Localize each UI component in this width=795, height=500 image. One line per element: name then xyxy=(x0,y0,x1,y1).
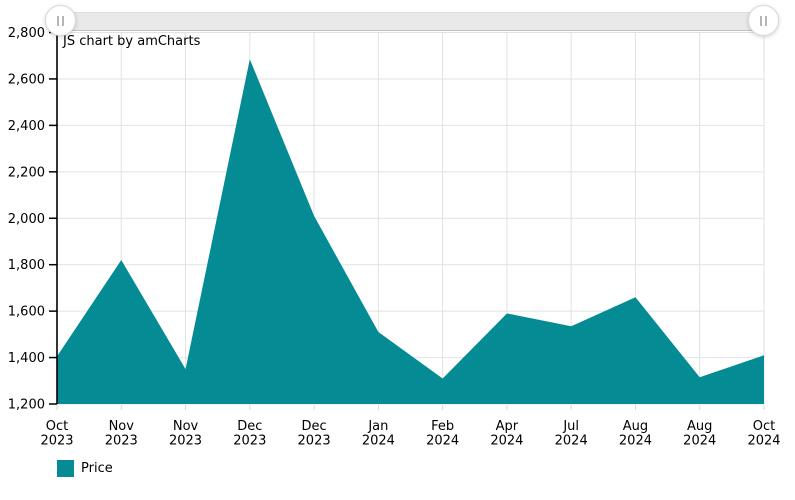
y-axis-label: 2,000 xyxy=(8,212,45,227)
scrollbar-x[interactable] xyxy=(57,12,765,31)
x-axis-label: Aug 2024 xyxy=(683,419,716,449)
y-axis-label: 2,800 xyxy=(8,26,45,41)
x-axis-label: Nov 2023 xyxy=(105,419,138,449)
y-axis-label: 1,200 xyxy=(8,398,45,413)
legend-item-price[interactable]: Price xyxy=(57,460,113,477)
x-axis-label: Oct 2023 xyxy=(40,419,73,449)
grip-icon xyxy=(765,15,767,26)
x-axis-label: Jan 2024 xyxy=(362,419,395,449)
grip-icon xyxy=(760,15,762,26)
x-axis-label: Nov 2023 xyxy=(169,419,202,449)
x-axis-label: Feb 2024 xyxy=(426,419,459,449)
legend: Price xyxy=(57,460,113,477)
y-axis-label: 2,200 xyxy=(8,165,45,180)
x-axis-label: Jul 2024 xyxy=(555,419,588,449)
scrollbar-grip-end[interactable] xyxy=(748,5,779,36)
y-axis-label: 2,400 xyxy=(8,119,45,134)
y-axis-label: 1,400 xyxy=(8,351,45,366)
scrollbar-grip-start[interactable] xyxy=(45,5,76,36)
price-area-series[interactable] xyxy=(57,59,764,404)
y-axis-label: 1,800 xyxy=(8,258,45,273)
area-chart: 1,200 1,400 1,600 1,800 2,000 2,200 2,400 2,600… xyxy=(8,26,781,449)
y-axis-label: 1,600 xyxy=(8,305,45,320)
legend-marker xyxy=(57,460,74,477)
x-axis-label: Aug 2024 xyxy=(619,419,652,449)
y-axis-label: 2,600 xyxy=(8,72,45,87)
x-axis-label: Oct 2024 xyxy=(747,419,780,449)
legend-label: Price xyxy=(81,461,113,476)
grip-icon xyxy=(57,15,59,26)
x-axis-label: Dec 2023 xyxy=(298,419,331,449)
chart-container: 1,200 1,400 1,600 1,800 2,000 2,200 2,400 2,600… xyxy=(0,0,795,500)
grip-icon xyxy=(62,15,64,26)
x-axis-label: Dec 2023 xyxy=(233,419,266,449)
x-axis-label: Apr 2024 xyxy=(490,419,523,449)
amcharts-watermark[interactable]: JS chart by amCharts xyxy=(63,34,200,49)
